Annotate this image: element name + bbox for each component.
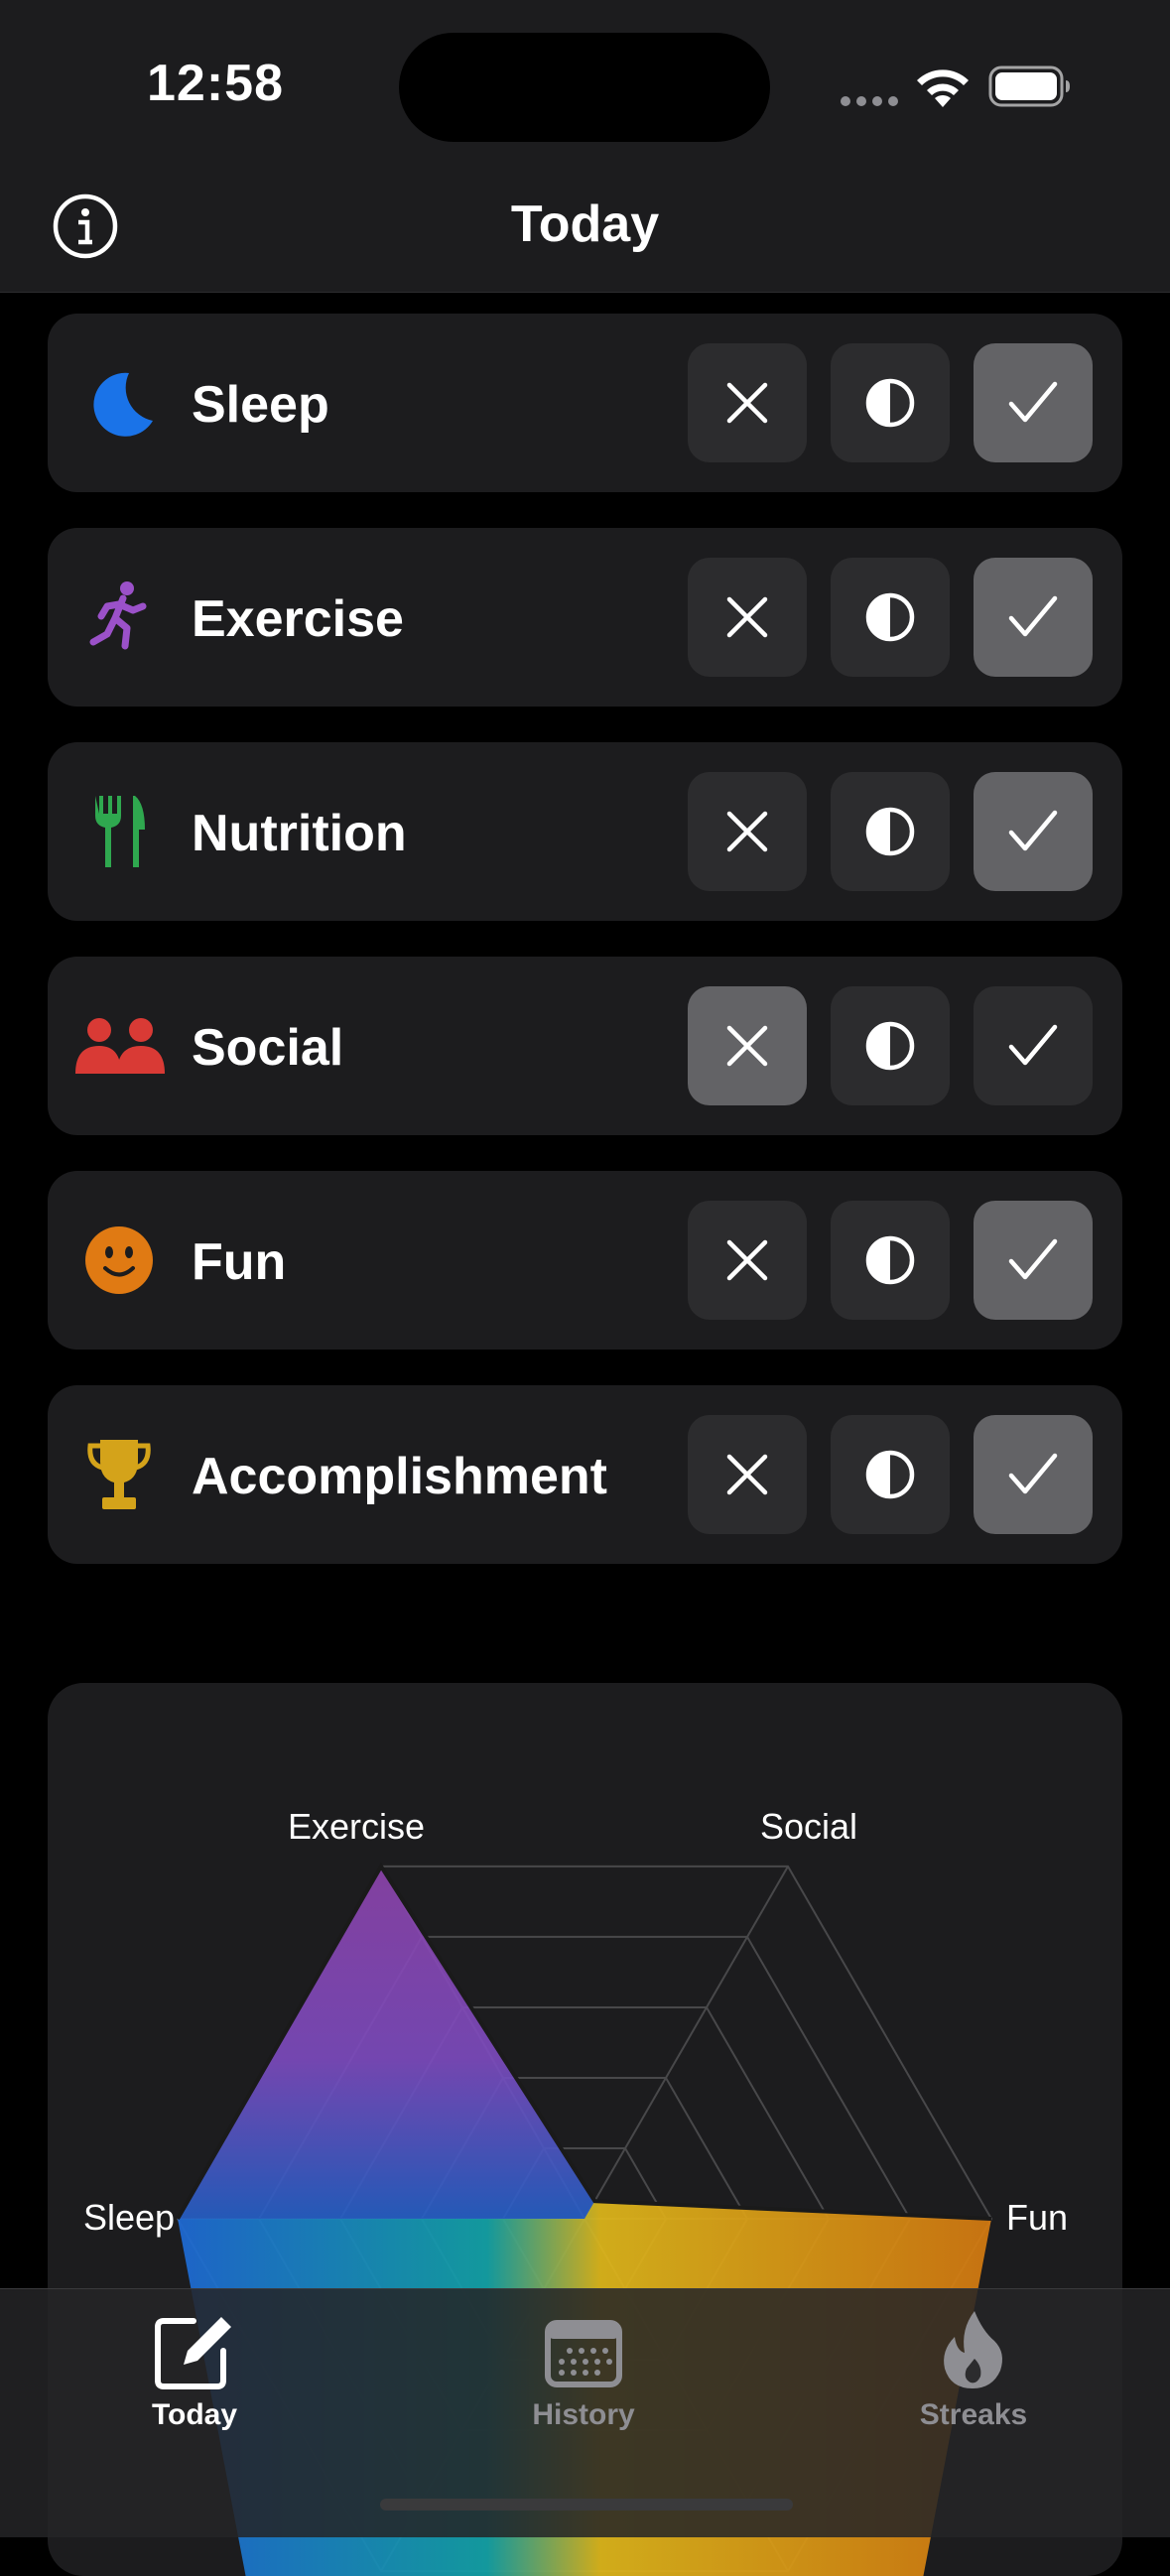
choice-yes-button[interactable] (974, 343, 1093, 462)
trophy-icon (77, 1435, 161, 1514)
tab-streaks[interactable]: Streaks (845, 2307, 1103, 2456)
choice-yes-button[interactable] (974, 558, 1093, 677)
moon-icon (77, 363, 161, 443)
choice-no-button[interactable] (688, 986, 807, 1105)
choice-no-button[interactable] (688, 1201, 807, 1320)
habit-row-social: Social (48, 957, 1122, 1135)
choice-partial-button[interactable] (831, 343, 950, 462)
habit-label: Social (192, 1019, 344, 1077)
dynamic-island (399, 33, 770, 142)
axis-label-exercise: Exercise (288, 1806, 426, 1847)
choice-no-button[interactable] (688, 772, 807, 891)
tab-history[interactable]: History (455, 2307, 713, 2456)
habit-label: Accomplishment (192, 1448, 607, 1505)
fork-knife-icon (77, 792, 161, 871)
habit-label: Sleep (192, 376, 329, 434)
choice-partial-button[interactable] (831, 1415, 950, 1534)
habit-row-sleep: Sleep (48, 314, 1122, 492)
tab-label: History (532, 2398, 635, 2431)
square-pencil-icon (155, 2317, 231, 2389)
flame-icon (944, 2311, 1002, 2388)
tab-today[interactable]: Today (65, 2307, 324, 2456)
running-figure-icon (77, 578, 161, 657)
choice-partial-button[interactable] (831, 986, 950, 1105)
choice-yes-button[interactable] (974, 1415, 1093, 1534)
habit-label: Nutrition (192, 805, 407, 862)
tab-label: Streaks (919, 2398, 1028, 2431)
smiley-icon (77, 1221, 161, 1300)
status-bar: 12:58 (0, 0, 1170, 169)
axis-label-social: Social (760, 1806, 858, 1847)
axis-label-fun: Fun (1006, 2197, 1069, 2238)
people-icon (75, 1006, 167, 1086)
choice-yes-button[interactable] (974, 986, 1093, 1105)
choice-partial-button[interactable] (831, 772, 950, 891)
wifi-icon (917, 69, 969, 107)
status-time: 12:58 (147, 55, 284, 112)
tab-label: Today (151, 2398, 238, 2431)
choice-yes-button[interactable] (974, 1201, 1093, 1320)
habit-row-exercise: Exercise (48, 528, 1122, 707)
habit-row-nutrition: Nutrition (48, 742, 1122, 921)
habit-label: Exercise (192, 590, 404, 648)
axis-label-sleep: Sleep (83, 2197, 176, 2238)
choice-no-button[interactable] (688, 558, 807, 677)
habit-label: Fun (192, 1233, 287, 1291)
calendar-icon (545, 2320, 622, 2387)
choice-no-button[interactable] (688, 343, 807, 462)
choice-partial-button[interactable] (831, 558, 950, 677)
signal-dots-icon (841, 96, 898, 106)
home-indicator (380, 2499, 793, 2511)
choice-no-button[interactable] (688, 1415, 807, 1534)
radar-spoke (584, 1866, 789, 2220)
habit-row-accomplishment: Accomplishment (48, 1385, 1122, 1564)
choice-yes-button[interactable] (974, 772, 1093, 891)
choice-partial-button[interactable] (831, 1201, 950, 1320)
habit-row-fun: Fun (48, 1171, 1122, 1350)
battery-icon (988, 65, 1070, 107)
navigation-bar: Today (0, 169, 1170, 293)
radar-series-area (178, 1866, 595, 2219)
page-title: Today (510, 195, 660, 253)
